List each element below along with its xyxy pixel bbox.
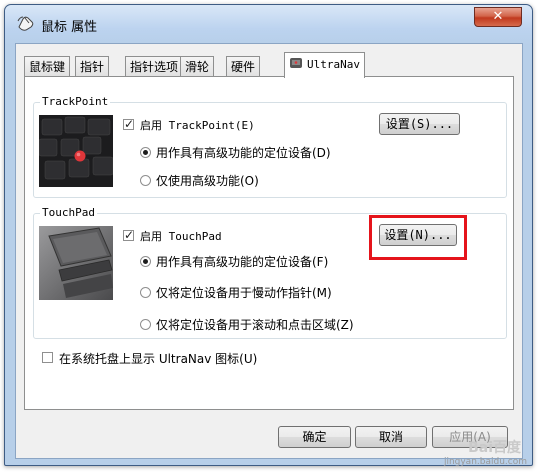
trackpoint-group-title: TrackPoint <box>40 95 111 108</box>
dialog-client-area: 鼠标键 指针 指针选项 滑轮 硬件 UltraNav TrackPoint ✓ … <box>15 43 523 459</box>
tray-icon-label: 在系统托盘上显示 UltraNav 图标(U) <box>59 352 258 366</box>
touchpad-enable-checkbox[interactable]: ✓ <box>123 228 135 242</box>
touchpad-enable-label: 启用 TouchPad <box>140 230 222 243</box>
watermark-logo: Bai百度 <box>468 440 521 456</box>
tab-pointer-options[interactable]: 指针选项 <box>125 56 184 76</box>
tab-label: 指针 <box>80 60 105 74</box>
tab-label: UltraNav <box>307 58 360 71</box>
tab-hardware[interactable]: 硬件 <box>226 56 261 76</box>
touchpad-image <box>39 226 113 300</box>
tab-label: 硬件 <box>231 60 256 74</box>
trackpoint-advanced-radio[interactable] <box>140 147 151 158</box>
trackpoint-advanced-label: 用作具有高级功能的定位设备(D) <box>156 146 331 160</box>
touchpad-scroll-click-radio[interactable] <box>140 319 151 330</box>
touchpad-scroll-click-label: 仅将定位设备用于滚动和点击区域(Z) <box>156 318 354 332</box>
close-button[interactable]: ✕ <box>474 7 522 27</box>
trackpoint-enable-label: 启用 TrackPoint(E) <box>140 119 255 132</box>
ultranav-icon <box>290 58 302 68</box>
ultranav-tab-panel: TrackPoint ✓ 启用 TrackPoint(E) 设置(S)... 用… <box>24 76 514 410</box>
tab-wheel[interactable]: 滑轮 <box>180 56 215 76</box>
window-title: 鼠标 属性 <box>41 20 98 35</box>
touchpad-slow-motion-radio[interactable] <box>140 287 151 298</box>
trackpoint-keyboard-image <box>39 115 113 187</box>
tab-label: 指针选项 <box>130 60 179 74</box>
tab-label: 鼠标键 <box>29 60 66 74</box>
trackpoint-advanced-only-label: 仅使用高级功能(O) <box>156 174 259 188</box>
trackpoint-group: TrackPoint ✓ 启用 TrackPoint(E) 设置(S)... 用… <box>33 95 507 198</box>
annotation-highlight-box <box>369 215 467 260</box>
tab-pointers[interactable]: 指针 <box>75 56 110 76</box>
tray-icon-checkbox[interactable] <box>42 352 53 363</box>
check-mark-icon: ✓ <box>124 117 135 131</box>
check-mark-icon: ✓ <box>124 228 135 242</box>
trackpoint-enable-checkbox[interactable]: ✓ <box>123 117 135 131</box>
mouse-properties-window: 鼠标 属性 ✕ 鼠标键 指针 指针选项 滑轮 硬件 UltraNav Track… <box>4 4 533 466</box>
tab-ultranav[interactable]: UltraNav <box>284 52 365 78</box>
cancel-button[interactable]: 取消 <box>355 426 427 448</box>
mouse-icon <box>17 16 34 31</box>
trackpoint-advanced-only-radio[interactable] <box>140 175 151 186</box>
touchpad-slow-motion-label: 仅将定位设备用于慢动作指针(M) <box>156 286 332 300</box>
touchpad-advanced-label: 用作具有高级功能的定位设备(F) <box>156 255 329 269</box>
touchpad-group-title: TouchPad <box>40 206 97 219</box>
tab-label: 滑轮 <box>185 60 210 74</box>
tab-mouse-buttons[interactable]: 鼠标键 <box>24 56 71 76</box>
touchpad-advanced-radio[interactable] <box>140 256 151 267</box>
ok-button[interactable]: 确定 <box>278 426 351 448</box>
trackpoint-settings-button[interactable]: 设置(S)... <box>379 113 460 135</box>
title-bar[interactable]: 鼠标 属性 ✕ <box>5 5 532 41</box>
watermark-text: jingyan.baidu.com <box>443 457 527 467</box>
